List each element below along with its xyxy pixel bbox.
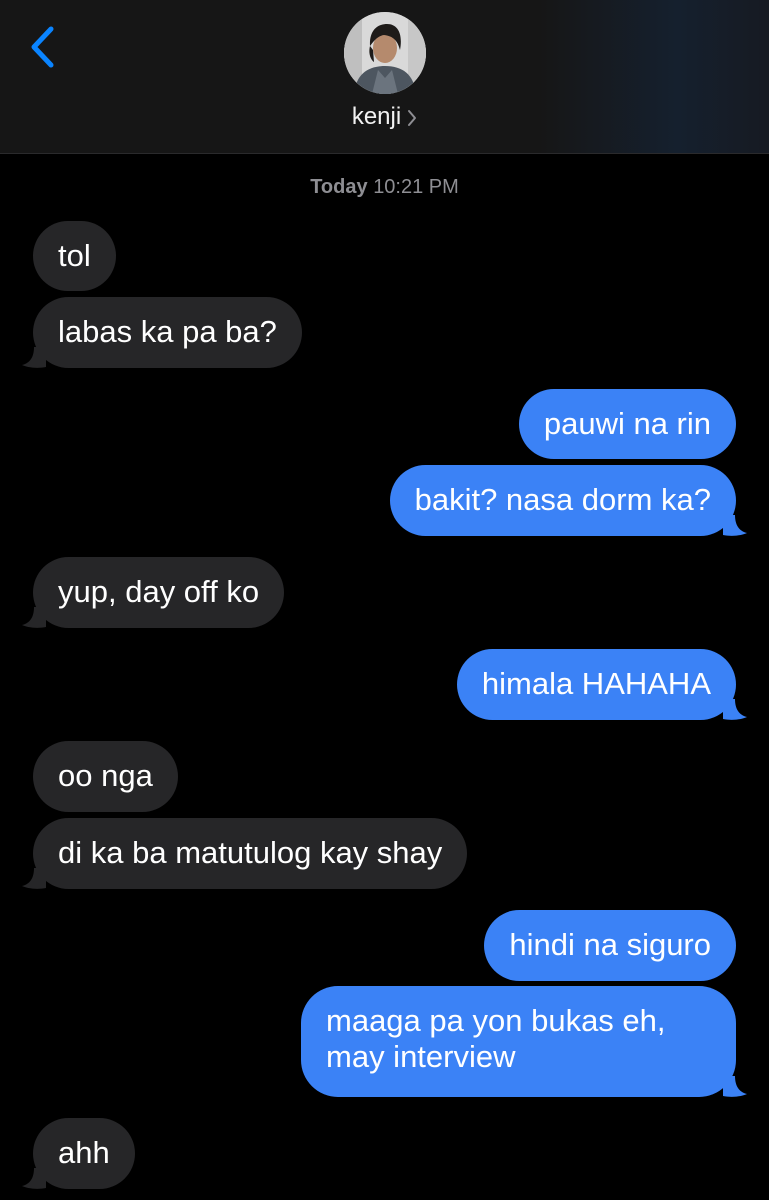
- message-text: ahh: [58, 1135, 110, 1170]
- incoming-bubble-tail: [22, 347, 46, 368]
- message-text: labas ka pa ba?: [58, 314, 277, 349]
- outgoing-message-bubble[interactable]: pauwi na rin: [518, 389, 736, 459]
- message-text: yup, day off ko: [58, 574, 260, 609]
- outgoing-message-bubble[interactable]: hindi na siguro: [484, 910, 736, 981]
- incoming-message-bubble[interactable]: tol: [33, 221, 116, 291]
- back-button[interactable]: [22, 22, 62, 72]
- message-text: pauwi na rin: [543, 406, 711, 441]
- incoming-bubble-tail: [22, 607, 46, 628]
- outgoing-bubble-tail: [723, 515, 747, 536]
- timestamp-time: 10:21 PM: [373, 176, 459, 198]
- message-text: di ka ba matutulog kay shay: [58, 835, 443, 870]
- conversation-header: kenji: [0, 0, 769, 154]
- chevron-left-icon: [31, 26, 54, 68]
- outgoing-message-bubble[interactable]: himala HAHAHA: [456, 649, 736, 720]
- avatar[interactable]: [344, 12, 426, 94]
- incoming-message-bubble[interactable]: di ka ba matutulog kay shay: [33, 818, 468, 889]
- outgoing-message-bubble[interactable]: bakit? nasa dorm ka?: [389, 465, 736, 536]
- incoming-message-bubble[interactable]: ahh: [33, 1118, 135, 1189]
- incoming-bubble-tail: [22, 1168, 46, 1189]
- contact-name-button[interactable]: kenji: [0, 100, 769, 134]
- incoming-message-bubble[interactable]: oo nga: [33, 741, 178, 812]
- incoming-bubble-tail: [22, 868, 46, 889]
- contact-name: kenji: [351, 103, 402, 130]
- outgoing-bubble-tail: [723, 699, 747, 720]
- message-text: hindi na siguro: [509, 927, 711, 962]
- message-text: bakit? nasa dorm ka?: [414, 482, 711, 517]
- message-text: oo nga: [58, 758, 153, 793]
- timestamp: Today 10:21 PM: [0, 176, 769, 199]
- message-text: himala HAHAHA: [481, 666, 711, 701]
- chevron-right-icon: [407, 109, 417, 127]
- message-text: tol: [58, 238, 91, 273]
- contact-photo-icon: [344, 12, 426, 94]
- incoming-message-bubble[interactable]: labas ka pa ba?: [33, 297, 302, 368]
- timestamp-day: Today: [310, 176, 368, 198]
- outgoing-bubble-tail: [723, 1076, 747, 1097]
- incoming-message-bubble[interactable]: yup, day off ko: [33, 557, 285, 628]
- outgoing-message-bubble[interactable]: maaga pa yon bukas eh, may interview: [301, 986, 736, 1097]
- message-text: maaga pa yon bukas eh, may interview: [326, 1003, 666, 1074]
